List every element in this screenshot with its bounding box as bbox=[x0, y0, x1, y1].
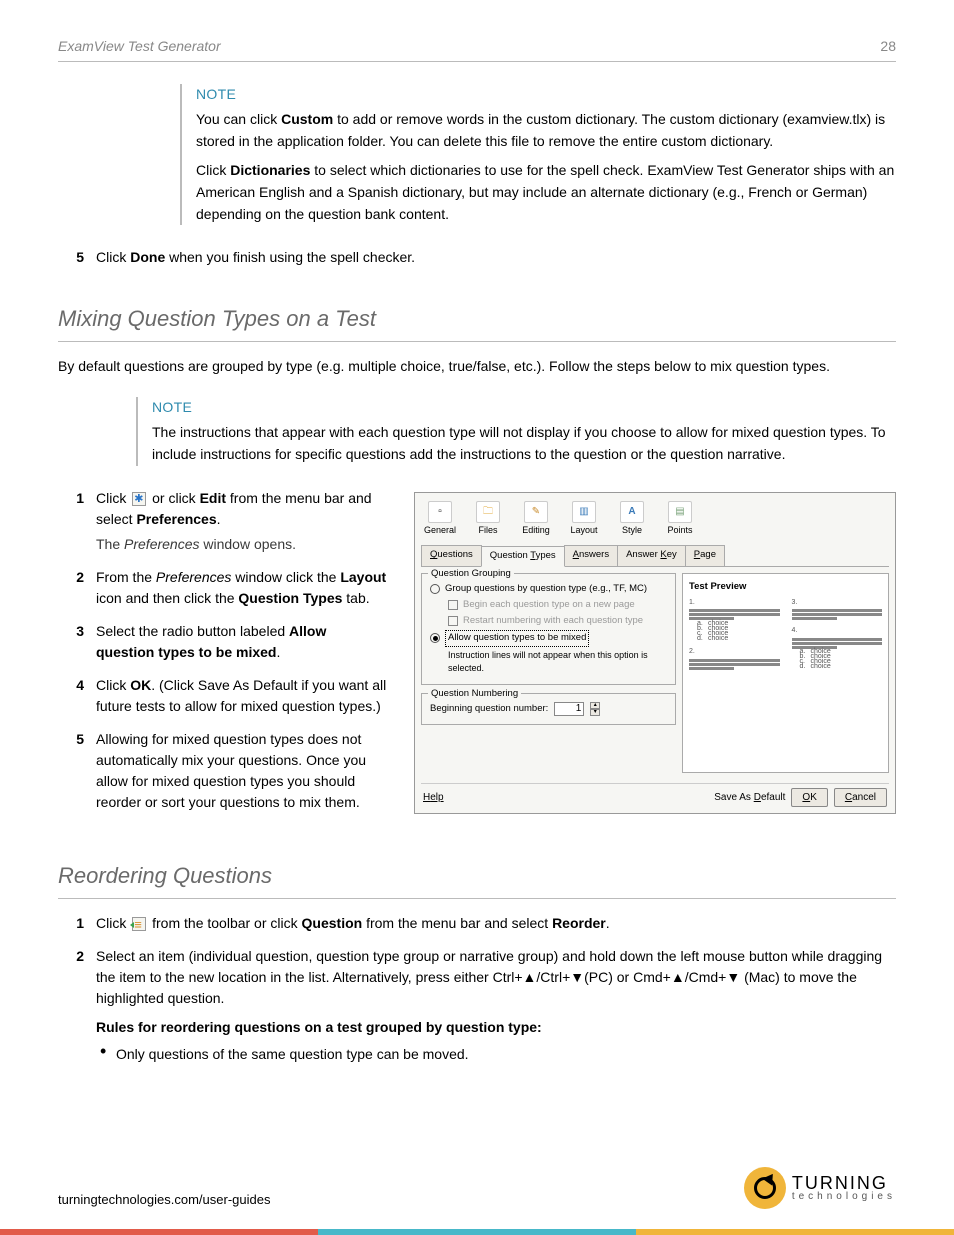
mixing-intro: By default questions are grouped by type… bbox=[58, 356, 896, 377]
toolbar-item-general[interactable]: ▫General bbox=[421, 501, 459, 538]
page-header: ExamView Test Generator 28 bbox=[58, 36, 896, 62]
reorder-icon bbox=[132, 917, 146, 931]
step-number: 5 bbox=[58, 729, 96, 813]
reorder-step-1: 1 Click from the toolbar or click Questi… bbox=[58, 913, 896, 934]
toolbar-item-points[interactable]: ▤Points bbox=[661, 501, 699, 538]
toolbar-item-style[interactable]: AStyle bbox=[613, 501, 651, 538]
note-para: You can click Custom to add or remove wo… bbox=[196, 109, 896, 152]
toolbar-item-layout[interactable]: ▥Layout bbox=[565, 501, 603, 538]
beginning-number-row: Beginning question number: ▴▾ bbox=[430, 702, 667, 716]
tab-question-types[interactable]: Question Types bbox=[481, 546, 565, 566]
section-title-reordering: Reordering Questions bbox=[58, 859, 896, 899]
test-preview-pane: Test Preview 1. choice choice choice cho… bbox=[682, 573, 889, 773]
tab-page[interactable]: Page bbox=[685, 545, 725, 565]
preview-question: 3. bbox=[792, 598, 883, 621]
cancel-button[interactable]: Cancel bbox=[834, 788, 887, 807]
note-para: The instructions that appear with each q… bbox=[152, 422, 896, 465]
step-body: From the Preferences window click the La… bbox=[96, 567, 388, 609]
footer-url: turningtechnologies.com/user-guides bbox=[58, 1190, 270, 1210]
step-body: Click or click Edit from the menu bar an… bbox=[96, 488, 388, 555]
step-number: 2 bbox=[58, 567, 96, 609]
question-grouping-fieldset: Question Grouping Group questions by que… bbox=[421, 573, 676, 685]
step-number: 2 bbox=[58, 946, 96, 1071]
section-title-mixing: Mixing Question Types on a Test bbox=[58, 302, 896, 342]
header-page-number: 28 bbox=[880, 36, 896, 57]
step-body: Select an item (individual question, que… bbox=[96, 946, 896, 1071]
dialog-tabs: Questions Question Types Answers Answer … bbox=[421, 545, 889, 566]
check-new-page[interactable]: Begin each question type on a new page bbox=[448, 598, 667, 612]
radio-icon bbox=[430, 584, 440, 594]
preferences-dialog: ▫General 🗀Files ✎Editing ▥Layout AStyle … bbox=[414, 492, 896, 814]
preview-question: 2. bbox=[689, 647, 780, 670]
mix-step-5: 5 Allowing for mixed question types does… bbox=[58, 729, 388, 813]
style-icon: A bbox=[620, 501, 644, 523]
editing-icon: ✎ bbox=[524, 501, 548, 523]
dialog-toolbar: ▫General 🗀Files ✎Editing ▥Layout AStyle … bbox=[421, 499, 889, 544]
preview-question: 1. choice choice choice choice bbox=[689, 598, 780, 642]
preview-question: 4. choice choice choice choice bbox=[792, 626, 883, 670]
step-number: 1 bbox=[58, 488, 96, 555]
step-result: The Preferences window opens. bbox=[96, 534, 388, 555]
step-body: Select the radio button labeled Allow qu… bbox=[96, 621, 388, 663]
mix-step-2: 2 From the Preferences window click the … bbox=[58, 567, 388, 609]
tab-questions[interactable]: Questions bbox=[421, 545, 482, 565]
step-number: 3 bbox=[58, 621, 96, 663]
step-body: Allowing for mixed question types does n… bbox=[96, 729, 388, 813]
spin-label: Beginning question number: bbox=[430, 702, 548, 716]
step-number: 5 bbox=[58, 247, 96, 268]
note-label: NOTE bbox=[196, 84, 896, 105]
mix-step-3: 3 Select the radio button labeled Allow … bbox=[58, 621, 388, 663]
general-icon: ▫ bbox=[428, 501, 452, 523]
points-icon: ▤ bbox=[668, 501, 692, 523]
header-product: ExamView Test Generator bbox=[58, 36, 221, 57]
toolbar-item-editing[interactable]: ✎Editing bbox=[517, 501, 555, 538]
footer-accent-bar bbox=[0, 1229, 954, 1235]
files-icon: 🗀 bbox=[476, 501, 500, 523]
note-para: Click Dictionaries to select which dicti… bbox=[196, 160, 896, 225]
question-numbering-fieldset: Question Numbering Beginning question nu… bbox=[421, 693, 676, 725]
rule-item: Only questions of the same question type… bbox=[116, 1044, 896, 1065]
spinner-buttons[interactable]: ▴▾ bbox=[590, 702, 600, 716]
page-footer: turningtechnologies.com/user-guides TURN… bbox=[58, 1167, 896, 1209]
note-spellcheck: NOTE You can click Custom to add or remo… bbox=[180, 84, 896, 225]
radio-group-by-type[interactable]: Group questions by question type (e.g., … bbox=[430, 582, 667, 596]
step-number: 1 bbox=[58, 913, 96, 934]
step-body: Click Done when you finish using the spe… bbox=[96, 247, 896, 268]
layout-icon: ▥ bbox=[572, 501, 596, 523]
turning-logo: TURNING technologies bbox=[744, 1167, 896, 1209]
step-body: Click OK. (Click Save As Default if you … bbox=[96, 675, 388, 717]
checkbox-icon bbox=[448, 616, 458, 626]
tab-answers[interactable]: Answers bbox=[564, 545, 618, 565]
checkbox-icon bbox=[448, 600, 458, 610]
dialog-button-row: Help Save As Default OK Cancel bbox=[421, 783, 889, 807]
legend: Question Grouping bbox=[428, 567, 514, 581]
ok-button[interactable]: OK bbox=[791, 788, 827, 807]
mix-step-4: 4 Click OK. (Click Save As Default if yo… bbox=[58, 675, 388, 717]
radio-allow-mixed[interactable]: Allow question types to be mixed bbox=[430, 630, 667, 646]
mix-step-1: 1 Click or click Edit from the menu bar … bbox=[58, 488, 388, 555]
step-number: 4 bbox=[58, 675, 96, 717]
save-default-label: Save As Default bbox=[714, 790, 785, 805]
rules-heading: Rules for reordering questions on a test… bbox=[96, 1017, 896, 1038]
rules-list: Only questions of the same question type… bbox=[96, 1044, 896, 1065]
check-restart-numbering[interactable]: Restart numbering with each question typ… bbox=[448, 614, 667, 628]
help-link[interactable]: Help bbox=[423, 790, 444, 805]
legend: Question Numbering bbox=[428, 687, 521, 701]
note-mixing: NOTE The instructions that appear with e… bbox=[136, 397, 896, 465]
beginning-number-input[interactable] bbox=[554, 702, 584, 716]
toolbar-item-files[interactable]: 🗀Files bbox=[469, 501, 507, 538]
preferences-icon bbox=[132, 492, 146, 506]
logo-mark-icon bbox=[744, 1167, 786, 1209]
logo-text: TURNING technologies bbox=[792, 1174, 896, 1202]
note-label: NOTE bbox=[152, 397, 896, 418]
step-spellcheck-5: 5 Click Done when you finish using the s… bbox=[58, 247, 896, 268]
tab-answer-key[interactable]: Answer Key bbox=[617, 545, 686, 565]
preview-title: Test Preview bbox=[689, 580, 882, 594]
radio-icon bbox=[430, 633, 440, 643]
reorder-step-2: 2 Select an item (individual question, q… bbox=[58, 946, 896, 1071]
step-body: Click from the toolbar or click Question… bbox=[96, 913, 896, 934]
hint-text: Instruction lines will not appear when t… bbox=[448, 649, 667, 676]
